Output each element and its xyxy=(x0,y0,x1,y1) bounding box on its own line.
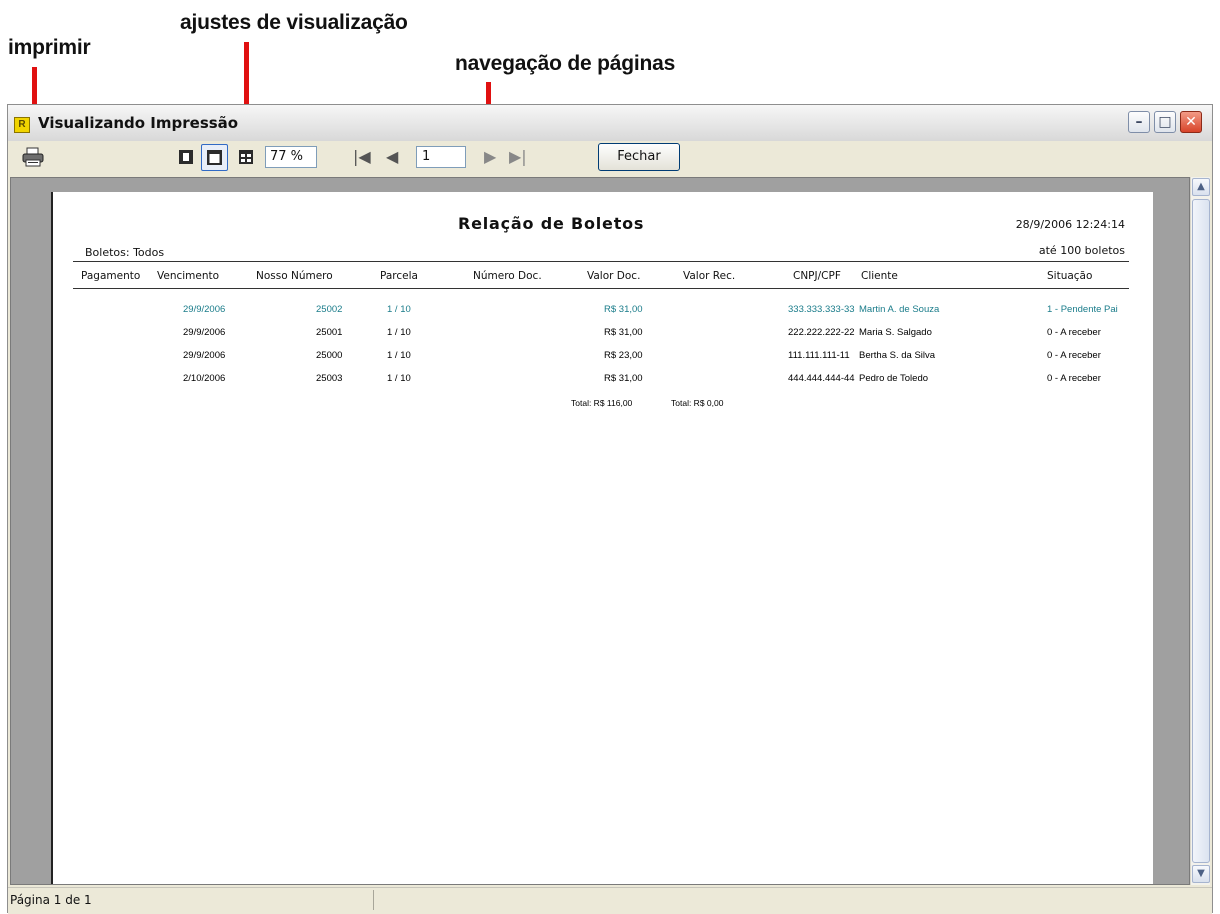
cell-nosso-numero: 25001 xyxy=(316,327,343,338)
annotation-nav-label: navegação de páginas xyxy=(455,52,676,75)
cell-situacao: 1 - Pendente Pai xyxy=(1047,304,1118,315)
minimize-button[interactable]: – xyxy=(1128,111,1150,133)
title-bar[interactable]: R Visualizando Impressão – □ ✕ xyxy=(8,105,1212,142)
col-header-situacao: Situação xyxy=(1047,270,1093,282)
cell-situacao: 0 - A receber xyxy=(1047,373,1101,384)
cell-parcela: 1 / 10 xyxy=(387,327,411,338)
single-page-view-icon[interactable] xyxy=(176,147,196,167)
total-valor-rec: Total: R$ 0,00 xyxy=(671,398,724,408)
cell-vencimento: 29/9/2006 xyxy=(183,327,226,338)
report-limit: até 100 boletos xyxy=(1038,244,1125,257)
total-valor-doc: Total: R$ 116,00 xyxy=(571,398,633,408)
col-header-nosso-numero: Nosso Número xyxy=(256,270,333,282)
cell-cnpj-cpf: 111.111.111-11 xyxy=(788,350,850,361)
cell-situacao: 0 - A receber xyxy=(1047,350,1101,361)
status-bar: Página 1 de 1 xyxy=(8,887,1212,914)
multi-page-view-icon[interactable] xyxy=(236,147,256,167)
scroll-thumb[interactable] xyxy=(1192,199,1210,863)
cell-parcela: 1 / 10 xyxy=(387,373,411,384)
scroll-up-icon[interactable]: ▲ xyxy=(1192,178,1210,196)
cell-vencimento: 2/10/2006 xyxy=(183,373,226,384)
next-page-icon[interactable]: ▶ xyxy=(484,147,496,166)
col-header-pagamento: Pagamento xyxy=(81,270,141,282)
cell-valor-doc: R$ 31,00 xyxy=(604,327,643,338)
first-page-icon[interactable]: |◀ xyxy=(353,147,371,166)
print-preview-window: R Visualizando Impressão – □ ✕ 77 % |◀ ◀… xyxy=(7,104,1213,914)
app-icon: R xyxy=(14,117,30,133)
header-bottom-rule xyxy=(73,288,1129,289)
report-title: Relação de Boletos xyxy=(458,214,645,233)
cell-cliente: Pedro de Toledo xyxy=(859,373,929,384)
cell-valor-doc: R$ 31,00 xyxy=(604,373,643,384)
col-header-cliente: Cliente xyxy=(861,270,898,282)
report-filter: Boletos: Todos xyxy=(85,246,165,259)
maximize-icon: □ xyxy=(1158,114,1172,130)
col-header-cnpj-cpf: CNPJ/CPF xyxy=(793,270,841,282)
close-icon: ✕ xyxy=(1185,114,1197,130)
cell-parcela: 1 / 10 xyxy=(387,350,411,361)
page-number-input[interactable]: 1 xyxy=(416,146,466,168)
cell-valor-doc: R$ 23,00 xyxy=(604,350,643,361)
cell-nosso-numero: 25003 xyxy=(316,373,343,384)
col-header-numero-doc: Número Doc. xyxy=(473,270,542,282)
toolbar: 77 % |◀ ◀ 1 ▶ ▶| Fechar xyxy=(8,141,1212,175)
preview-viewport[interactable]: Relação de Boletos 28/9/2006 12:24:14 Bo… xyxy=(10,177,1190,885)
cell-cnpj-cpf: 333.333.333-33 xyxy=(788,304,855,315)
window-title: Visualizando Impressão xyxy=(38,114,239,132)
report-page: Relação de Boletos 28/9/2006 12:24:14 Bo… xyxy=(51,192,1153,884)
status-divider xyxy=(373,890,374,910)
zoom-input[interactable]: 77 % xyxy=(265,146,317,168)
close-preview-button[interactable]: Fechar xyxy=(598,143,680,171)
header-top-rule xyxy=(73,261,1129,262)
cell-nosso-numero: 25000 xyxy=(316,350,343,361)
report-datetime: 28/9/2006 12:24:14 xyxy=(1015,218,1125,231)
col-header-parcela: Parcela xyxy=(380,270,418,282)
page-width-view-icon[interactable] xyxy=(201,144,228,171)
cell-cliente: Maria S. Salgado xyxy=(859,327,932,338)
maximize-button[interactable]: □ xyxy=(1154,111,1176,133)
cell-situacao: 0 - A receber xyxy=(1047,327,1101,338)
last-page-icon[interactable]: ▶| xyxy=(509,147,527,166)
cell-cnpj-cpf: 222.222.222-22 xyxy=(788,327,855,338)
vertical-scrollbar[interactable]: ▲ ▼ xyxy=(1190,177,1210,885)
previous-page-icon[interactable]: ◀ xyxy=(386,147,398,166)
col-header-valor-rec: Valor Rec. xyxy=(683,270,736,282)
cell-cnpj-cpf: 444.444.444-44 xyxy=(788,373,855,384)
cell-cliente: Martin A. de Souza xyxy=(859,304,940,315)
close-window-button[interactable]: ✕ xyxy=(1180,111,1202,133)
col-header-valor-doc: Valor Doc. xyxy=(587,270,641,282)
col-header-vencimento: Vencimento xyxy=(157,270,220,282)
annotation-view-label: ajustes de visualização xyxy=(180,11,408,34)
scroll-down-icon[interactable]: ▼ xyxy=(1192,865,1210,883)
annotation-print-label: imprimir xyxy=(8,36,91,59)
page-count-status: Página 1 de 1 xyxy=(10,893,92,907)
cell-nosso-numero: 25002 xyxy=(316,304,343,315)
cell-cliente: Bertha S. da Silva xyxy=(859,350,936,361)
cell-valor-doc: R$ 31,00 xyxy=(604,304,643,315)
cell-vencimento: 29/9/2006 xyxy=(183,350,226,361)
cell-vencimento: 29/9/2006 xyxy=(183,304,226,315)
printer-icon[interactable] xyxy=(22,147,44,167)
cell-parcela: 1 / 10 xyxy=(387,304,411,315)
minimize-icon: – xyxy=(1135,114,1143,130)
